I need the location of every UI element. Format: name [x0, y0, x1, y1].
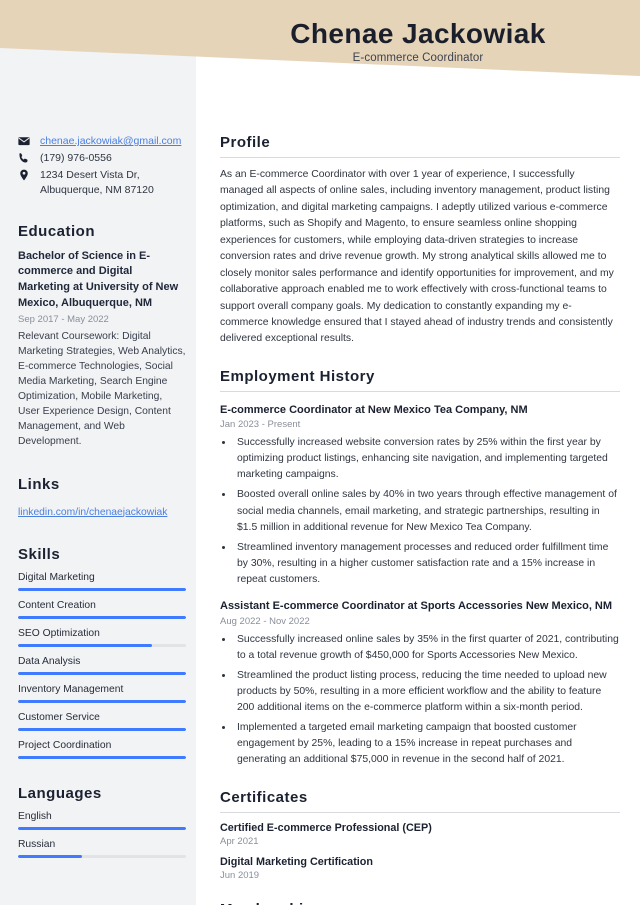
skills-list: Digital Marketing Content Creation SEO Opt…	[18, 572, 186, 759]
memberships-heading: Memberships	[220, 901, 620, 905]
skill-bar-fill	[18, 615, 186, 619]
certificate-entry: Digital Marketing Certification Jun 2019	[220, 856, 620, 881]
contact-row-phone: (179) 976-0556	[18, 151, 186, 165]
skill-bar-fill	[18, 643, 153, 647]
certificate-name: Certified E-commerce Professional (CEP)	[220, 821, 432, 834]
skill-bar-fill	[18, 671, 186, 675]
skill-bar-track	[18, 643, 186, 647]
certificate-name: Digital Marketing Certification	[220, 855, 373, 868]
skill-bar-fill	[18, 727, 186, 731]
education-title: Bachelor of Science in E-commerce and Di…	[18, 249, 179, 309]
linkedin-link[interactable]: linkedin.com/in/chenaejackowiak	[18, 507, 167, 518]
jobs-list: E-commerce Coordinator at New Mexico Tea…	[220, 403, 620, 769]
language-bar-track	[18, 826, 186, 830]
skill-label: Digital Marketing	[18, 571, 95, 583]
language-item: Russian	[18, 839, 186, 858]
skill-bar-track	[18, 699, 186, 703]
certificate-date: Jun 2019	[220, 869, 260, 881]
education-description: Relevant Coursework: Digital Marketing S…	[18, 331, 186, 447]
skill-bar-fill	[18, 755, 186, 759]
language-bar-track	[18, 854, 186, 858]
skill-bar-track	[18, 587, 186, 591]
skill-label: Content Creation	[18, 599, 96, 611]
address-line-2: Albuquerque, NM 87120	[40, 183, 154, 196]
job-title: Assistant E-commerce Coordinator at Spor…	[220, 600, 613, 613]
job-bullet: Successfully increased online sales by 3…	[234, 632, 620, 664]
skill-item: Project Coordination	[18, 740, 186, 759]
skill-item: Digital Marketing	[18, 572, 186, 591]
skill-label: Customer Service	[18, 711, 100, 723]
links-heading: Links	[18, 475, 60, 493]
skill-label: Inventory Management	[18, 683, 124, 695]
skills-heading: Skills	[18, 545, 61, 563]
skill-bar-track	[18, 755, 186, 759]
certificates-section: Certificates Certified E-commerce Profes…	[220, 789, 620, 881]
skill-bar-fill	[18, 699, 186, 703]
skill-bar-track	[18, 615, 186, 619]
job-date: Aug 2022 - Nov 2022	[220, 615, 310, 627]
sidebar-content: chenae.jackowiak@gmail.com (179) 976-055…	[18, 134, 186, 867]
job-bullet-list: Successfully increased online sales by 3…	[234, 632, 620, 769]
contact-row-address: 1234 Desert Vista Dr, Albuquerque, NM 87…	[18, 168, 186, 196]
memberships-section: Memberships	[220, 901, 620, 905]
job-entry: E-commerce Coordinator at New Mexico Tea…	[220, 403, 620, 588]
job-bullet: Boosted overall online sales by 40% in t…	[234, 487, 620, 535]
employment-section: Employment History E-commerce Coordinato…	[220, 368, 620, 769]
profile-section: Profile As an E-commerce Coordinator wit…	[220, 134, 620, 348]
job-bullet: Implemented a targeted email marketing c…	[234, 720, 620, 768]
main-column: Profile As an E-commerce Coordinator wit…	[220, 0, 620, 905]
skill-label: SEO Optimization	[18, 627, 100, 639]
certificate-entry: Certified E-commerce Professional (CEP) A…	[220, 822, 620, 847]
profile-heading: Profile	[220, 134, 271, 151]
job-title: E-commerce Coordinator at New Mexico Tea…	[220, 403, 528, 416]
address-line-1: 1234 Desert Vista Dr,	[40, 169, 140, 182]
certificates-list: Certified E-commerce Professional (CEP) A…	[220, 822, 620, 881]
language-label: English	[18, 810, 52, 822]
languages-heading: Languages	[18, 784, 102, 802]
certificates-heading: Certificates	[220, 788, 308, 806]
skill-bar-track	[18, 671, 186, 675]
profile-divider	[220, 157, 620, 158]
education-heading: Education	[18, 222, 96, 240]
job-entry: Assistant E-commerce Coordinator at Spor…	[220, 599, 620, 768]
profile-text: As an E-commerce Coordinator with over 1…	[220, 169, 614, 345]
skill-item: Customer Service	[18, 712, 186, 731]
skill-item: Content Creation	[18, 600, 186, 619]
job-bullet: Streamlined inventory management process…	[234, 540, 620, 588]
phone-value: (179) 976-0556	[40, 152, 112, 165]
certificate-date: Apr 2021	[220, 835, 259, 847]
job-bullet: Successfully increased website conversio…	[234, 435, 620, 483]
resume-page: Chenae Jackowiak E-commerce Coordinator …	[0, 0, 640, 905]
skill-item: Data Analysis	[18, 656, 186, 675]
contact-block: chenae.jackowiak@gmail.com (179) 976-055…	[18, 134, 186, 197]
languages-list: English Russian	[18, 811, 186, 858]
email-link[interactable]: chenae.jackowiak@gmail.com	[40, 134, 181, 148]
candidate-job-title: E-commerce Coordinator	[352, 52, 484, 65]
employment-heading: Employment History	[220, 367, 375, 385]
skill-bar-track	[18, 727, 186, 731]
job-bullet-list: Successfully increased website conversio…	[234, 435, 620, 588]
envelope-icon	[18, 134, 34, 147]
skill-item: Inventory Management	[18, 684, 186, 703]
contact-row-email: chenae.jackowiak@gmail.com	[18, 134, 186, 148]
skill-label: Project Coordination	[18, 739, 112, 751]
employment-divider	[220, 390, 620, 392]
certificates-divider	[220, 811, 620, 813]
candidate-name: Chenae Jackowiak	[290, 18, 546, 49]
language-bar-fill	[18, 854, 82, 858]
language-bar-fill	[18, 826, 186, 830]
language-item: English	[18, 811, 186, 830]
location-pin-icon	[18, 168, 34, 181]
education-date: Sep 2017 - May 2022	[18, 314, 109, 326]
address-value: 1234 Desert Vista Dr, Albuquerque, NM 87…	[40, 168, 154, 196]
skill-label: Data Analysis	[18, 655, 81, 667]
skill-bar-fill	[18, 587, 186, 591]
education-entry: Bachelor of Science in E-commerce and Di…	[18, 249, 186, 450]
job-date: Jan 2023 - Present	[220, 419, 301, 431]
phone-icon	[18, 151, 34, 164]
language-label: Russian	[18, 838, 56, 850]
skill-item: SEO Optimization	[18, 628, 186, 647]
job-bullet: Streamlined the product listing process,…	[234, 668, 620, 716]
header-text-block: Chenae Jackowiak E-commerce Coordinator	[196, 18, 640, 64]
